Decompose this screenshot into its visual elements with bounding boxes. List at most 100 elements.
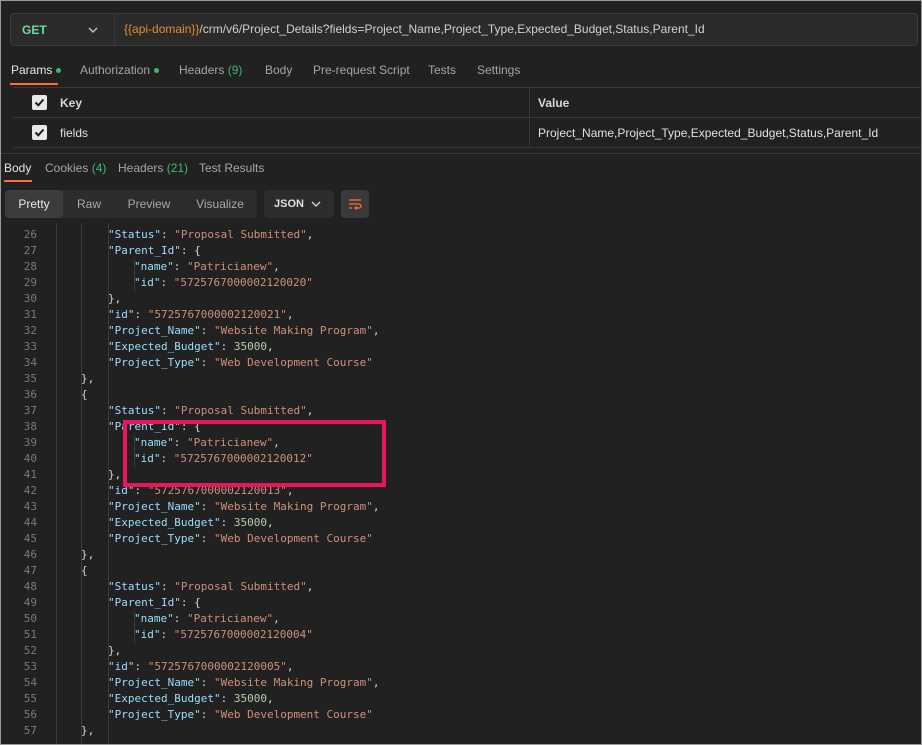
json-string: "Patricianew" [187,612,274,625]
line-number: 41 [23,468,37,481]
code-text: "Status": "Proposal Submitted", [108,579,313,595]
code-line: 50 "name": "Patricianew", [1,611,921,627]
json-punctuation: , [266,340,274,353]
code-text: "Project_Name": "Website Making Program"… [108,499,380,515]
json-punctuation: : [220,692,234,705]
line-number: 42 [23,484,37,497]
code-text: "id": "5725767000002120004" [134,627,313,643]
json-punctuation: , [266,692,274,705]
code-line: 32 "Project_Name": "Website Making Progra… [1,323,921,339]
param-key[interactable]: fields [60,126,88,140]
tab-settings[interactable]: Settings [477,63,520,77]
code-text: "Status": "Proposal Submitted", [108,227,313,243]
code-text: "Parent_Id": { [108,243,201,259]
json-punctuation: , [273,612,280,625]
json-string: "5725767000002120020" [173,276,313,289]
param-value[interactable]: Project_Name,Project_Type,Expected_Budge… [538,126,878,140]
json-punctuation: { [81,388,88,401]
json-punctuation: : { [180,596,201,609]
code-text: }, [108,643,121,659]
json-punctuation: , [266,516,274,529]
json-key: "id" [108,308,135,321]
code-text: "id": "5725767000002120005", [108,659,293,675]
chevron-down-icon[interactable] [87,24,99,36]
view-preview[interactable]: Preview [115,190,183,218]
line-number: 29 [23,276,37,289]
line-number: 50 [23,612,37,625]
json-punctuation: , [372,324,380,337]
code-line: 55 "Expected_Budget": 35000, [1,691,921,707]
code-line: 57}, [1,723,921,739]
tab-pre-request-script[interactable]: Pre-request Script [313,63,410,77]
code-line: 35}, [1,371,921,387]
json-punctuation: : [200,532,214,545]
code-line: 56 "Project_Type": "Web Development Cours… [1,707,921,723]
format-select[interactable]: JSON [264,190,334,218]
tab-params[interactable]: Params [11,63,62,77]
app-window: GET {{api-domain}}/crm/v6/Project_Detail… [0,0,922,745]
code-text: "Project_Type": "Web Development Course" [108,355,373,371]
json-punctuation: }, [81,372,95,385]
json-string: "Web Development Course" [213,708,373,721]
code-text: "name": "Patricianew", [134,259,280,275]
line-number: 57 [23,724,37,737]
code-text: "Expected_Budget": 35000, [108,691,274,707]
json-key: "Expected_Budget" [108,516,221,529]
tab-tests[interactable]: Tests [428,63,456,77]
annotation-highlight-box [123,420,386,487]
json-string: "Patricianew" [187,260,274,273]
json-string: "Website Making Program" [213,676,373,689]
divider [529,118,530,147]
tab-response-body[interactable]: Body [4,161,31,175]
code-text: { [81,563,88,579]
checkbox-checked-icon [34,98,45,107]
code-text: "Project_Type": "Web Development Course" [108,531,373,547]
view-raw[interactable]: Raw [63,190,115,218]
json-punctuation: , [273,260,280,273]
tab-test-results[interactable]: Test Results [199,161,264,175]
json-string: "Proposal Submitted" [174,404,307,417]
code-text: "name": "Patricianew", [134,611,280,627]
code-text: "Parent_Id": { [108,595,201,611]
wrap-lines-button[interactable] [341,190,369,218]
code-text: }, [81,371,94,387]
select-all-checkbox[interactable] [32,95,47,110]
json-punctuation: }, [81,548,95,561]
view-visualize[interactable]: Visualize [183,190,257,218]
tab-authorization[interactable]: Authorization [80,63,160,77]
value-column-header: Value [538,96,570,110]
url-input[interactable]: {{api-domain}}/crm/v6/Project_Details?fi… [124,22,705,36]
line-number: 43 [23,500,37,513]
json-key: "Project_Name" [108,324,201,337]
json-punctuation: , [306,580,314,593]
code-line: 28 "name": "Patricianew", [1,259,921,275]
tab-response-headers[interactable]: Headers (21) [118,161,188,175]
code-text: "Project_Name": "Website Making Program"… [108,323,380,339]
code-text: "Project_Type": "Web Development Course" [108,707,373,723]
json-punctuation: : [220,340,234,353]
tab-cookies[interactable]: Cookies (4) [45,161,106,175]
code-line: 36 { [1,387,921,403]
line-number: 44 [23,516,37,529]
code-text: "id": "5725767000002120021", [108,307,293,323]
code-line: 46}, [1,547,921,563]
code-line: 51 "id": "5725767000002120004" [1,627,921,643]
json-key: "Parent_Id" [108,596,181,609]
method-select[interactable]: GET [22,23,47,37]
json-punctuation: : [173,612,187,625]
request-bar: GET {{api-domain}}/crm/v6/Project_Detail… [1,1,921,57]
tab-body[interactable]: Body [265,63,292,77]
json-key: "name" [134,612,174,625]
code-text: }, [81,723,94,739]
tab-headers[interactable]: Headers (9) [179,63,242,77]
format-label: JSON [274,198,304,210]
line-number: 45 [23,532,37,545]
status-dot [154,68,160,74]
view-pretty[interactable]: Pretty [5,190,63,218]
param-checkbox[interactable] [32,125,47,140]
response-toolbar: Pretty Raw Preview Visualize [1,185,921,223]
code-line: 43 "Project_Name": "Website Making Progra… [1,499,921,515]
json-punctuation: : [200,676,214,689]
key-column-header: Key [60,96,83,110]
url-path: /crm/v6/Project_Details?fields=Project_N… [199,22,705,36]
